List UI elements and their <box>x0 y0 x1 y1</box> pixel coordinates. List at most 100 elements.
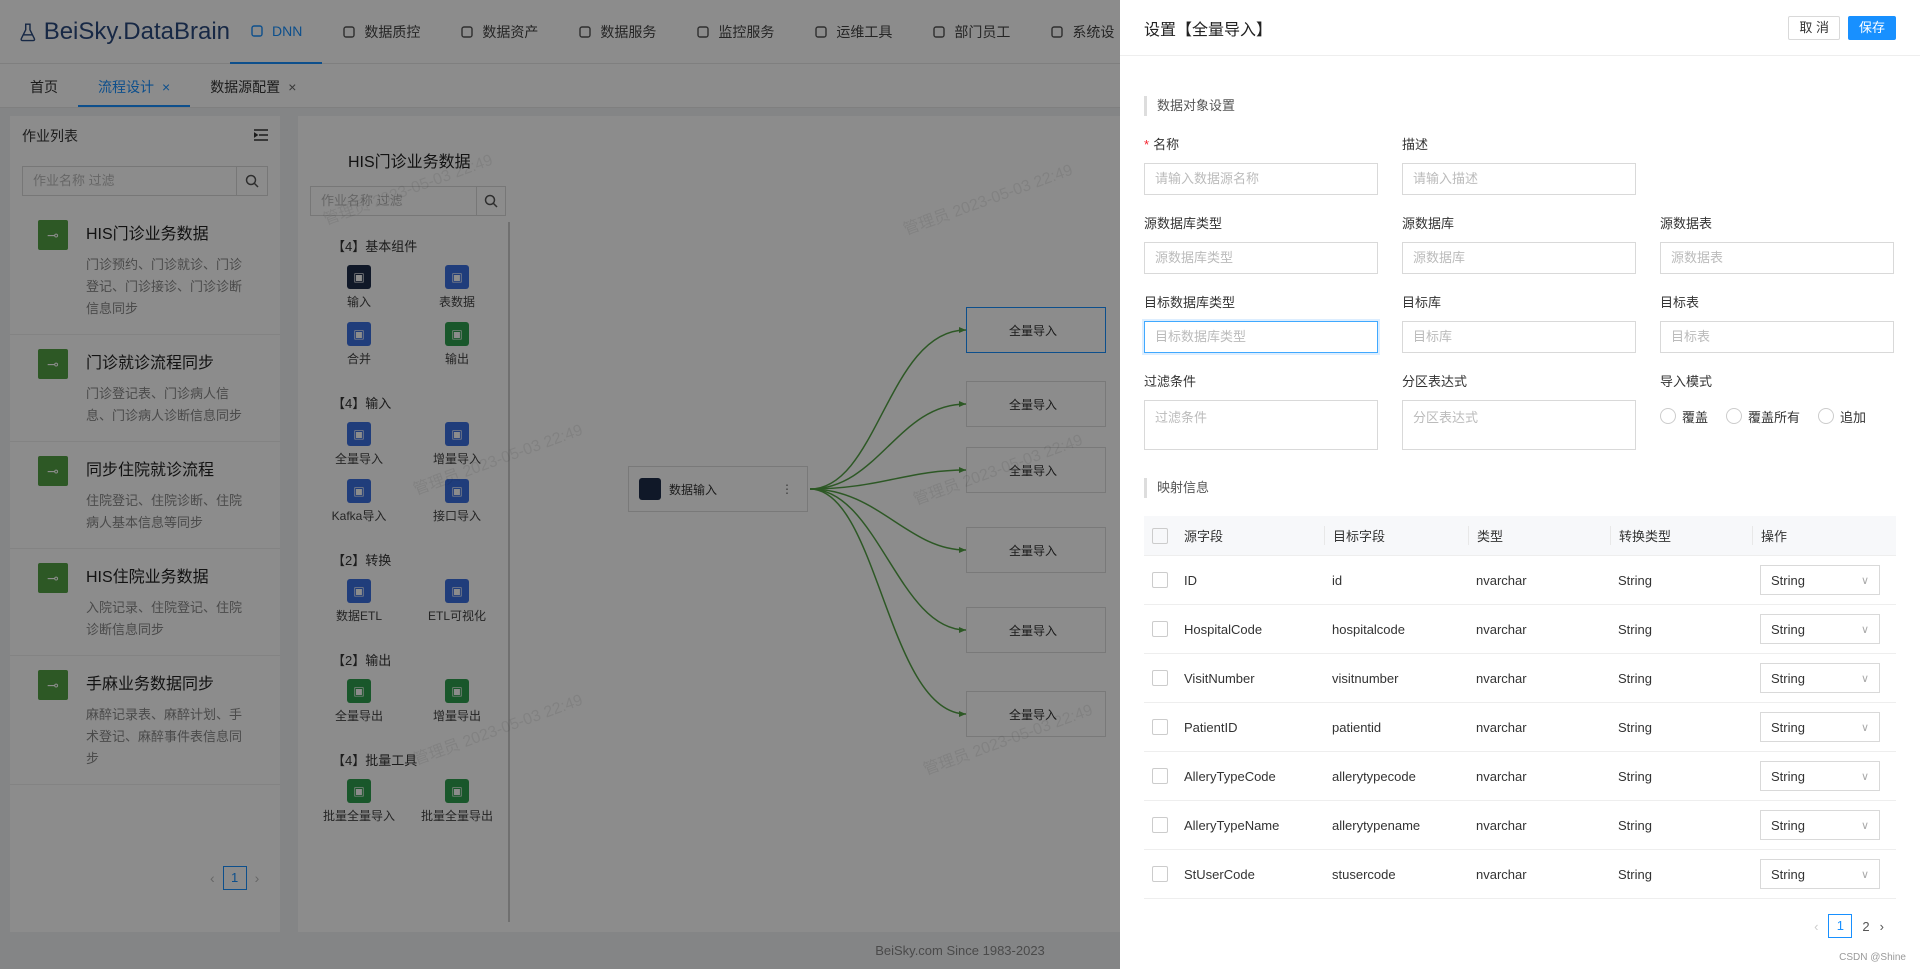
name-input[interactable]: 请输入数据源名称 <box>1144 163 1378 195</box>
credit-text: CSDN @Shine <box>1839 952 1906 963</box>
partition-textarea[interactable]: 分区表达式 <box>1402 400 1636 450</box>
chevron-down-icon: ∨ <box>1860 672 1869 685</box>
src-table-field: 源数据表 源数据表 <box>1660 213 1894 274</box>
select-value: String <box>1771 621 1805 637</box>
col-header: 类型 <box>1468 526 1610 545</box>
dst-table-label: 目标表 <box>1660 295 1700 310</box>
target-field-cell: hospitalcode <box>1332 621 1405 637</box>
radio-circle <box>1660 408 1676 424</box>
select-all-checkbox[interactable] <box>1152 527 1168 544</box>
operation-select[interactable]: String ∨ <box>1760 614 1880 644</box>
chevron-down-icon: ∨ <box>1860 819 1869 832</box>
col-header: 源字段 <box>1184 529 1224 544</box>
row-checkbox[interactable] <box>1152 719 1168 735</box>
settings-drawer: 设置【全量导入】 取 消 保存 数据对象设置 * 名称 请输入数据源名称 描述 请… <box>1120 0 1920 969</box>
row-checkbox[interactable] <box>1152 621 1168 637</box>
dst-table-field: 目标表 目标表 <box>1660 292 1894 353</box>
object-settings-form: * 名称 请输入数据源名称 描述 请输入描述 源数据库类型 源数据库类型 源数据库… <box>1144 134 1896 450</box>
target-field-cell: allerytypename <box>1332 817 1421 833</box>
operation-select[interactable]: String ∨ <box>1760 859 1880 889</box>
dst-db-type-input[interactable]: 目标数据库类型 <box>1144 321 1378 353</box>
type-cell: nvarchar <box>1476 817 1527 833</box>
dst-db-type-label: 目标数据库类型 <box>1144 295 1236 310</box>
operation-select[interactable]: String ∨ <box>1760 712 1880 742</box>
page-button[interactable]: 1 <box>1828 914 1853 938</box>
partition-label: 分区表达式 <box>1402 374 1468 389</box>
section-title: 映射信息 <box>1144 478 1896 498</box>
source-field-cell: AlleryTypeCode <box>1184 768 1276 784</box>
select-value: String <box>1771 719 1805 735</box>
cancel-button[interactable]: 取 消 <box>1788 15 1840 40</box>
src-db-type-input[interactable]: 源数据库类型 <box>1144 242 1378 274</box>
desc-textarea[interactable]: 请输入描述 <box>1402 163 1636 195</box>
target-field-cell: stusercode <box>1332 866 1396 882</box>
dst-db-field: 目标库 目标库 <box>1402 292 1636 353</box>
dst-db-input[interactable]: 目标库 <box>1402 321 1636 353</box>
radio-circle <box>1726 408 1743 424</box>
row-checkbox[interactable] <box>1152 670 1168 686</box>
name-label: 名称 <box>1153 137 1180 152</box>
source-field-cell: VisitNumber <box>1184 670 1255 686</box>
type-cell: nvarchar <box>1476 768 1527 784</box>
desc-label: 描述 <box>1402 137 1429 152</box>
src-table-label: 源数据表 <box>1660 216 1713 231</box>
col-header: 目标字段 <box>1324 526 1468 545</box>
filter-textarea[interactable]: 过滤条件 <box>1144 400 1378 450</box>
import-mode-label: 导入模式 <box>1660 374 1713 389</box>
partition-field: 分区表达式 分区表达式 <box>1402 371 1636 450</box>
src-table-input[interactable]: 源数据表 <box>1660 242 1894 274</box>
conversion-type-cell: String <box>1618 866 1652 882</box>
row-checkbox[interactable] <box>1152 572 1168 588</box>
section-title: 数据对象设置 <box>1144 96 1896 116</box>
radio-append[interactable]: 追加 <box>1818 407 1866 426</box>
table-row: VisitNumber visitnumber nvarchar String Stri… <box>1144 654 1896 703</box>
conversion-type-cell: String <box>1618 817 1652 833</box>
radio-overwrite[interactable]: 覆盖 <box>1660 407 1708 426</box>
radio-overwrite-all[interactable]: 覆盖所有 <box>1726 407 1800 426</box>
target-field-cell: allerytypecode <box>1332 768 1416 784</box>
row-checkbox[interactable] <box>1152 768 1168 784</box>
save-button[interactable]: 保存 <box>1847 15 1896 40</box>
radio-label: 追加 <box>1840 409 1867 425</box>
page-button[interactable]: 2 <box>1862 919 1869 934</box>
row-checkbox[interactable] <box>1152 866 1168 882</box>
src-db-type-field: 源数据库类型 源数据库类型 <box>1144 213 1378 274</box>
target-field-cell: visitnumber <box>1332 670 1399 686</box>
select-value: String <box>1771 670 1805 686</box>
table-pagination: ‹ 1 2 › <box>1814 914 1884 938</box>
table-row: AlleryTypeName allerytypename nvarchar Stri… <box>1144 801 1896 850</box>
conversion-type-cell: String <box>1618 572 1652 588</box>
type-cell: nvarchar <box>1476 719 1527 735</box>
import-mode-field: 导入模式 覆盖 覆盖所有 追加 <box>1660 371 1894 450</box>
import-mode-radio-group: 覆盖 覆盖所有 追加 <box>1660 400 1894 432</box>
table-row: AlleryTypeCode allerytypecode nvarchar Stri… <box>1144 752 1896 801</box>
chevron-down-icon: ∨ <box>1860 623 1869 636</box>
type-cell: nvarchar <box>1476 670 1527 686</box>
prev-page-icon[interactable]: ‹ <box>1814 919 1818 934</box>
src-db-input[interactable]: 源数据库 <box>1402 242 1636 274</box>
dst-table-input[interactable]: 目标表 <box>1660 321 1894 353</box>
conversion-type-cell: String <box>1618 719 1652 735</box>
source-field-cell: ID <box>1184 572 1197 588</box>
conversion-type-cell: String <box>1618 621 1652 637</box>
src-db-field: 源数据库 源数据库 <box>1402 213 1636 274</box>
col-header: 操作 <box>1752 526 1896 545</box>
chevron-down-icon: ∨ <box>1860 721 1869 734</box>
chevron-down-icon: ∨ <box>1860 868 1869 881</box>
radio-label: 覆盖 <box>1682 409 1709 425</box>
conversion-type-cell: String <box>1618 768 1652 784</box>
filter-field: 过滤条件 过滤条件 <box>1144 371 1378 450</box>
drawer-title: 设置【全量导入】 <box>1144 21 1273 39</box>
operation-select[interactable]: String ∨ <box>1760 565 1880 595</box>
operation-select[interactable]: String ∨ <box>1760 761 1880 791</box>
next-page-icon[interactable]: › <box>1880 919 1884 934</box>
row-checkbox[interactable] <box>1152 817 1168 833</box>
operation-select[interactable]: String ∨ <box>1760 663 1880 693</box>
required-mark: * <box>1144 137 1150 152</box>
operation-select[interactable]: String ∨ <box>1760 810 1880 840</box>
table-header: 源字段 目标字段 类型 转换类型 操作 <box>1144 516 1896 556</box>
target-field-cell: patientid <box>1332 719 1382 735</box>
source-field-cell: PatientID <box>1184 719 1238 735</box>
name-field: * 名称 请输入数据源名称 <box>1144 134 1378 195</box>
table-row: ID id nvarchar String String ∨ <box>1144 556 1896 605</box>
